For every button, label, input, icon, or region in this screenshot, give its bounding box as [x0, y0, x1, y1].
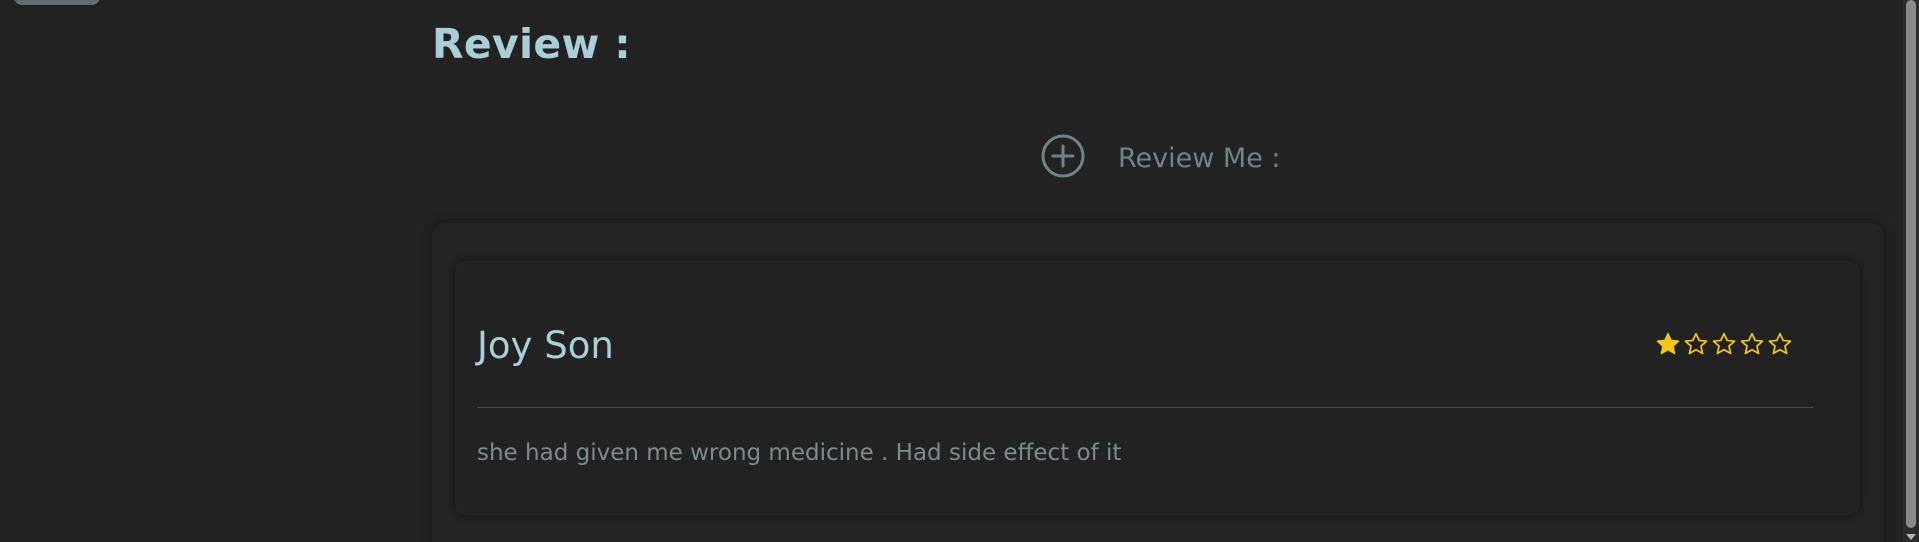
star-filled-icon: [1656, 332, 1680, 355]
scrollbar-thumb[interactable]: [1906, 0, 1916, 528]
star-empty-icon: [1768, 332, 1792, 355]
page: Review : Review Me : Joy Son she had giv…: [0, 0, 1919, 542]
review-section-title: Review :: [432, 20, 631, 68]
star-empty-icon: [1740, 332, 1764, 355]
review-text: she had given me wrong medicine . Had si…: [477, 440, 1122, 466]
scroll-down-arrow-icon[interactable]: [1906, 534, 1916, 540]
review-card: Joy Son she had given me wrong medicine …: [455, 261, 1860, 515]
vertical-scrollbar[interactable]: [1903, 0, 1919, 542]
star-empty-icon: [1712, 332, 1736, 355]
plus-circle-icon[interactable]: [1040, 133, 1086, 179]
star-empty-icon: [1684, 332, 1708, 355]
review-me-label: Review Me :: [1118, 143, 1281, 174]
top-nav-tab[interactable]: [14, 0, 100, 5]
review-divider: [477, 407, 1813, 408]
reviews-panel: Joy Son she had given me wrong medicine …: [432, 223, 1884, 542]
reviewer-name: Joy Son: [477, 324, 614, 367]
review-me-button[interactable]: Review Me :: [1040, 130, 1281, 182]
star-rating: [1655, 331, 1793, 357]
